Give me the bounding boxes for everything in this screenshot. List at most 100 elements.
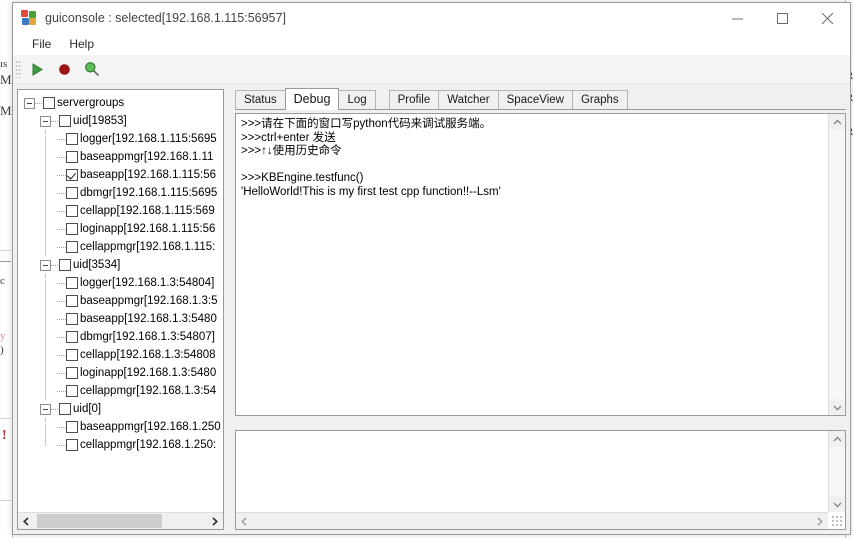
console-input-panel[interactable] <box>235 430 846 530</box>
toolbar-drag-handle[interactable] <box>15 60 22 78</box>
tree-checkbox[interactable] <box>66 151 78 163</box>
scroll-down-button[interactable] <box>829 496 845 512</box>
scroll-right-button[interactable] <box>811 513 828 529</box>
expander-icon[interactable] <box>40 403 51 415</box>
chevron-left-icon <box>23 516 29 526</box>
tree-node-leaf[interactable]: cellapp[192.168.1.3:54808 <box>24 346 223 364</box>
tree-node-group[interactable]: uid[3534] <box>24 256 223 274</box>
tab-spaceview[interactable]: SpaceView <box>497 90 573 109</box>
menu-item-help[interactable]: Help <box>60 35 103 53</box>
tree-checkbox[interactable] <box>66 331 78 343</box>
resize-grip[interactable] <box>831 515 844 528</box>
tree-node-label: baseapp[192.168.1.115:56 <box>80 169 216 181</box>
tree-checkbox[interactable] <box>66 295 78 307</box>
tree-node-leaf[interactable]: baseappmgr[192.168.1.11 <box>24 148 223 166</box>
tree-node-group[interactable]: uid[0] <box>24 400 223 418</box>
find-button[interactable] <box>78 57 106 81</box>
output-vertical-scrollbar[interactable] <box>828 114 845 415</box>
tree-checkbox[interactable] <box>43 97 55 109</box>
tree-checkbox[interactable] <box>66 223 78 235</box>
tree-checkbox[interactable] <box>66 187 78 199</box>
scroll-track[interactable] <box>35 513 206 529</box>
tab-log[interactable]: Log <box>338 90 376 109</box>
title-bar[interactable]: guiconsole : selected[192.168.1.115:5695… <box>13 3 850 33</box>
tree-checkbox[interactable] <box>66 169 78 181</box>
scroll-track[interactable] <box>253 513 811 529</box>
tree-checkbox[interactable] <box>66 367 78 379</box>
scroll-left-button[interactable] <box>18 513 35 529</box>
scroll-right-button[interactable] <box>206 513 223 529</box>
console-input-text[interactable] <box>236 431 827 511</box>
tree-node-leaf[interactable]: baseapp[192.168.1.3:5480 <box>24 310 223 328</box>
tree-node-leaf[interactable]: loginapp[192.168.1.3:5480 <box>24 364 223 382</box>
tab-debug[interactable]: Debug <box>284 88 340 110</box>
tree-checkbox[interactable] <box>66 439 78 451</box>
tree-checkbox[interactable] <box>66 241 78 253</box>
tab-profile[interactable]: Profile <box>388 90 440 109</box>
scroll-thumb[interactable] <box>37 514 162 528</box>
window-title: guiconsole : selected[192.168.1.115:5695… <box>45 11 286 25</box>
tree-node-leaf[interactable]: logger[192.168.1.115:5695 <box>24 130 223 148</box>
minimize-button[interactable] <box>715 3 760 33</box>
tree-node-leaf[interactable]: cellappmgr[192.168.1.3:54 <box>24 382 223 400</box>
tree-connector <box>57 364 66 382</box>
scroll-track[interactable] <box>829 130 845 399</box>
close-button[interactable] <box>805 3 850 33</box>
tree-node-leaf[interactable]: cellappmgr[192.168.1.115: <box>24 238 223 256</box>
background-text-fragment: ) <box>0 344 4 356</box>
tree-node-leaf[interactable]: cellappmgr[192.168.1.250: <box>24 436 223 454</box>
chevron-up-icon <box>833 118 842 124</box>
tree-connector <box>57 418 66 436</box>
scroll-up-button[interactable] <box>829 431 845 447</box>
tree-checkbox[interactable] <box>66 133 78 145</box>
tree-node-group[interactable]: uid[19853] <box>24 112 223 130</box>
tree-node-label: servergroups <box>57 97 125 109</box>
tree-connector <box>51 408 59 410</box>
expander-icon[interactable] <box>40 259 51 271</box>
stop-button[interactable] <box>50 57 78 81</box>
tree-node-leaf[interactable]: cellapp[192.168.1.115:569 <box>24 202 223 220</box>
tree-checkbox[interactable] <box>66 205 78 217</box>
tree-node-label: uid[0] <box>73 403 102 415</box>
expander-icon[interactable] <box>24 97 35 109</box>
tree-node-label: uid[3534] <box>73 259 121 271</box>
tree-node-leaf[interactable]: logger[192.168.1.3:54804] <box>24 274 223 292</box>
tab-graphs[interactable]: Graphs <box>571 90 628 109</box>
chevron-down-icon <box>833 502 842 508</box>
tree-checkbox[interactable] <box>66 349 78 361</box>
run-button[interactable] <box>22 57 50 81</box>
expander-icon[interactable] <box>40 115 51 127</box>
tree-node-leaf[interactable]: loginapp[192.168.1.115:56 <box>24 220 223 238</box>
scroll-left-button[interactable] <box>236 513 253 529</box>
chevron-right-icon <box>817 516 823 526</box>
tab-watcher[interactable]: Watcher <box>438 90 499 109</box>
scroll-track[interactable] <box>829 447 845 496</box>
input-vertical-scrollbar[interactable] <box>828 431 845 512</box>
tab-bar: Status Debug Log Profile Watcher SpaceVi… <box>235 88 846 110</box>
tree-node-label: cellapp[192.168.1.3:54808 <box>80 349 216 361</box>
menu-item-file[interactable]: File <box>23 35 60 53</box>
tree-checkbox[interactable] <box>66 277 78 289</box>
maximize-button[interactable] <box>760 3 805 33</box>
tree-checkbox[interactable] <box>66 421 78 433</box>
tree-horizontal-scrollbar[interactable] <box>18 512 223 529</box>
tree-connector <box>57 202 66 220</box>
server-tree: servergroups uid[19853] logger[192.168.1… <box>18 90 223 454</box>
tree-connector <box>57 274 66 292</box>
scroll-down-button[interactable] <box>829 399 845 415</box>
tree-checkbox[interactable] <box>59 259 71 271</box>
tree-checkbox[interactable] <box>59 403 71 415</box>
tree-node-leaf[interactable]: baseappmgr[192.168.1.3:5 <box>24 292 223 310</box>
tab-status[interactable]: Status <box>235 90 286 109</box>
input-horizontal-scrollbar[interactable] <box>236 512 828 529</box>
tree-checkbox[interactable] <box>66 385 78 397</box>
tree-node-leaf[interactable]: baseappmgr[192.168.1.250 <box>24 418 223 436</box>
tree-node-leaf[interactable]: dbmgr[192.168.1.3:54807] <box>24 328 223 346</box>
tree-node-leaf[interactable]: dbmgr[192.168.1.115:5695 <box>24 184 223 202</box>
tree-node-root[interactable]: servergroups <box>24 94 223 112</box>
tree-checkbox[interactable] <box>59 115 71 127</box>
console-output-panel: >>>请在下面的窗口写python代码来调试服务端。 >>>ctrl+enter… <box>235 113 846 416</box>
scroll-up-button[interactable] <box>829 114 845 130</box>
tree-checkbox[interactable] <box>66 313 78 325</box>
tree-node-leaf[interactable]: baseapp[192.168.1.115:56 <box>24 166 223 184</box>
